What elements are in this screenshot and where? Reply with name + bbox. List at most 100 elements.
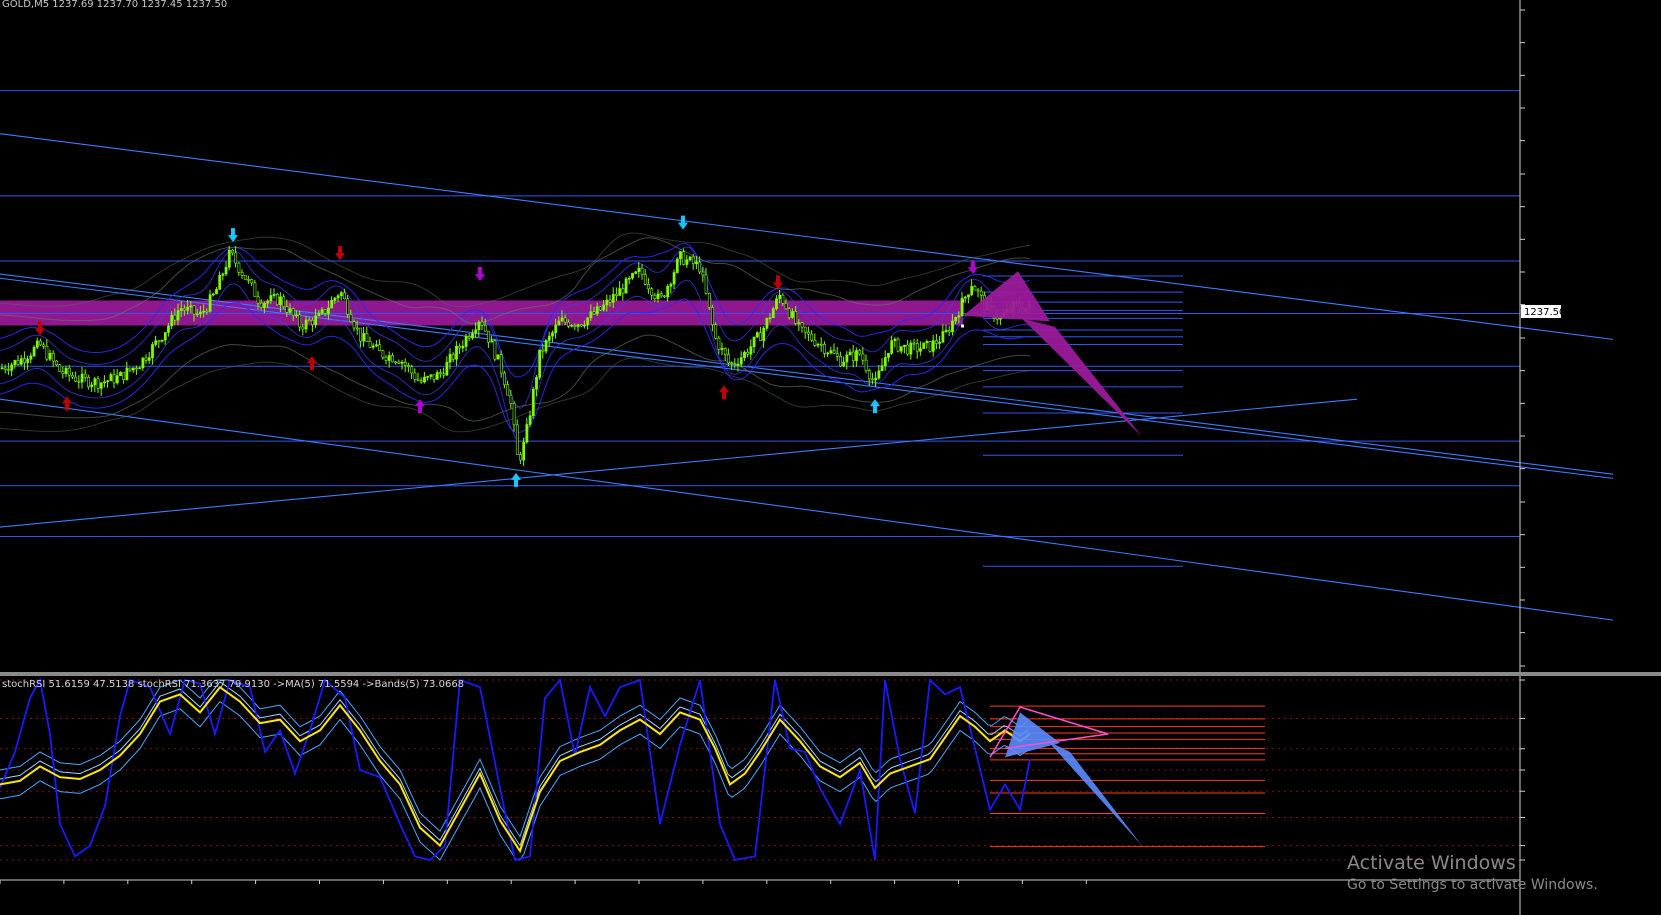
- candle-body: [951, 320, 954, 333]
- candle-body: [554, 324, 558, 334]
- candle-body: [509, 394, 513, 404]
- candle-body: [483, 324, 487, 332]
- candle-body: [474, 329, 478, 334]
- candle-body: [458, 345, 462, 349]
- candle-body: [647, 283, 650, 290]
- candle-body: [845, 354, 849, 363]
- candle-body: [711, 307, 714, 326]
- candle-body: [653, 294, 657, 299]
- candle-body: [387, 355, 391, 361]
- candle-body: [883, 357, 887, 366]
- candle-body: [167, 325, 170, 333]
- candle-body: [186, 306, 190, 311]
- candle-body: [823, 344, 826, 354]
- candle-body: [599, 306, 602, 311]
- candle-body: [112, 374, 116, 384]
- candle-body: [403, 362, 407, 366]
- candle-body: [995, 317, 999, 320]
- candle-body: [336, 295, 340, 299]
- candle-body: [227, 249, 231, 268]
- candle-body: [864, 359, 868, 371]
- candle-body: [935, 340, 938, 344]
- candle-body: [896, 338, 900, 352]
- candle-body: [154, 340, 158, 345]
- candle-body: [720, 348, 724, 350]
- candle-body: [618, 288, 622, 296]
- candle-body: [147, 357, 151, 361]
- candle-body: [915, 343, 919, 352]
- candle-body: [272, 294, 276, 296]
- candle-body: [659, 293, 663, 297]
- candle-body: [295, 314, 298, 317]
- candle-body: [787, 308, 791, 318]
- candle-body: [586, 317, 590, 326]
- candle-body: [131, 367, 135, 371]
- candle-body: [480, 321, 484, 326]
- candle-body: [160, 339, 164, 342]
- candle-body: [461, 346, 465, 349]
- candle-body: [352, 321, 356, 329]
- candle-body: [35, 340, 39, 348]
- candle-body: [106, 380, 110, 383]
- candle-body: [125, 367, 129, 380]
- candle-body: [970, 286, 974, 296]
- candle-body: [592, 311, 596, 315]
- candle-body: [304, 319, 308, 330]
- candle-body: [439, 372, 442, 374]
- candle-body: [733, 363, 737, 365]
- candle-body: [189, 305, 193, 308]
- candle-body: [538, 349, 542, 378]
- candle-body: [99, 382, 103, 389]
- candle-body: [832, 350, 836, 354]
- candle-body: [880, 365, 884, 372]
- candle-body: [826, 352, 830, 355]
- candle-body: [83, 373, 87, 378]
- candle-body: [311, 319, 314, 326]
- candle-body: [407, 365, 410, 367]
- candle-body: [528, 415, 532, 425]
- candle-body: [695, 261, 698, 264]
- candle-body: [58, 364, 62, 372]
- candle-body: [947, 330, 951, 333]
- candle-body: [170, 314, 174, 327]
- candle-body: [925, 341, 929, 344]
- candle-body: [467, 336, 471, 339]
- candle-body: [400, 362, 404, 364]
- candle-body: [179, 308, 183, 311]
- candle-body: [48, 353, 52, 360]
- candle-body: [775, 298, 778, 310]
- candle-body: [451, 354, 455, 360]
- candle-body: [663, 295, 666, 298]
- candle-body: [215, 289, 218, 295]
- candle-body: [928, 341, 932, 352]
- candle-body: [231, 249, 234, 254]
- watermark-title: Activate Windows: [1347, 852, 1516, 874]
- candle-body: [323, 309, 327, 314]
- candle-body: [739, 357, 743, 365]
- candle-body: [941, 331, 945, 343]
- candle-body: [522, 441, 526, 461]
- candle-body: [736, 363, 740, 366]
- candle-body: [579, 324, 583, 327]
- pane-separator[interactable]: [0, 672, 1661, 676]
- candle-body: [583, 324, 586, 327]
- candle-body: [432, 374, 436, 380]
- candle-body: [570, 325, 574, 327]
- candle-body: [253, 282, 257, 297]
- candle-body: [384, 356, 388, 361]
- candle-body: [496, 354, 500, 360]
- candle-body: [627, 277, 631, 280]
- candle-body: [135, 367, 138, 370]
- candle-body: [3, 367, 7, 370]
- candle-body: [855, 350, 858, 361]
- candle-body: [487, 330, 490, 343]
- candle-body: [128, 367, 132, 371]
- candle-body: [749, 346, 753, 355]
- candle-body: [768, 317, 772, 319]
- candle-body: [557, 320, 561, 326]
- candle-body: [93, 378, 97, 386]
- candle-body: [122, 372, 126, 380]
- chart-background: [0, 0, 1661, 915]
- candle-body: [490, 340, 494, 343]
- candle-body: [144, 357, 148, 361]
